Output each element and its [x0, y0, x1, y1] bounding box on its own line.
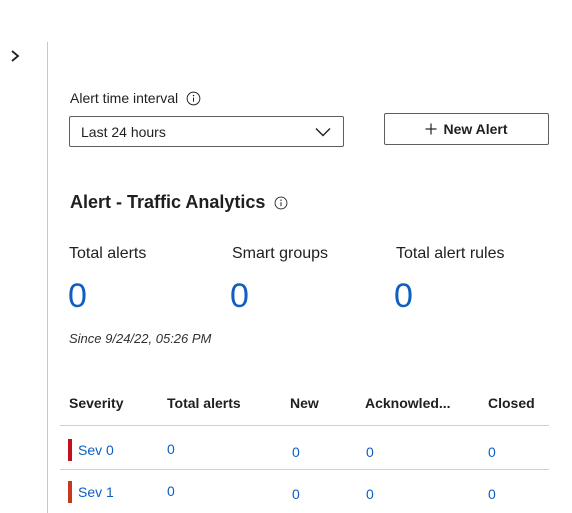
row-acknowledged[interactable]: 0: [366, 486, 374, 502]
total-alerts-value[interactable]: 0: [68, 276, 87, 316]
row-total-alerts[interactable]: 0: [167, 483, 175, 499]
total-alerts-label: Total alerts: [69, 245, 147, 262]
alert-time-interval-label: Alert time interval: [70, 90, 179, 106]
row-acknowledged[interactable]: 0: [366, 444, 374, 460]
since-timestamp: Since 9/24/22, 05:26 PM: [69, 331, 212, 346]
column-header-acknowledged[interactable]: Acknowled...: [365, 395, 451, 411]
table-row-severity[interactable]: Sev 1: [68, 481, 114, 503]
dropdown-selected-value: Last 24 hours: [81, 123, 166, 140]
severity-color-bar: [68, 439, 72, 461]
section-title: Alert - Traffic Analytics: [70, 192, 266, 212]
total-alert-rules-label: Total alert rules: [396, 245, 505, 262]
info-icon[interactable]: [274, 196, 288, 210]
row-closed[interactable]: 0: [488, 486, 496, 502]
new-alert-label: New Alert: [443, 121, 508, 137]
info-icon[interactable]: [186, 91, 201, 106]
panel-divider: [47, 42, 48, 513]
column-header-new[interactable]: New: [290, 395, 319, 411]
row-total-alerts[interactable]: 0: [167, 441, 175, 457]
table-row-divider: [60, 469, 549, 470]
section-title-row: Alert - Traffic Analytics: [70, 192, 288, 213]
severity-label: Sev 0: [78, 442, 114, 458]
row-closed[interactable]: 0: [488, 444, 496, 460]
plus-icon: [425, 123, 437, 135]
total-alert-rules-value[interactable]: 0: [394, 276, 413, 316]
alerts-panel: Alert time interval Last 24 hours New Al…: [0, 0, 572, 513]
smart-groups-value[interactable]: 0: [230, 276, 249, 316]
smart-groups-label: Smart groups: [232, 245, 329, 262]
severity-label: Sev 1: [78, 484, 114, 500]
row-new[interactable]: 0: [292, 444, 300, 460]
chevron-right-icon[interactable]: [10, 50, 20, 62]
chevron-down-icon: [315, 127, 331, 136]
column-header-closed[interactable]: Closed: [488, 395, 535, 411]
column-header-total-alerts[interactable]: Total alerts: [167, 395, 241, 411]
alert-time-interval-dropdown[interactable]: Last 24 hours: [69, 116, 344, 147]
row-new[interactable]: 0: [292, 486, 300, 502]
new-alert-button[interactable]: New Alert: [384, 113, 549, 145]
severity-color-bar: [68, 481, 72, 503]
alert-time-interval-label-row: Alert time interval: [70, 90, 201, 106]
table-row-divider: [60, 425, 549, 426]
column-header-severity[interactable]: Severity: [69, 395, 123, 411]
table-row-severity[interactable]: Sev 0: [68, 439, 114, 461]
